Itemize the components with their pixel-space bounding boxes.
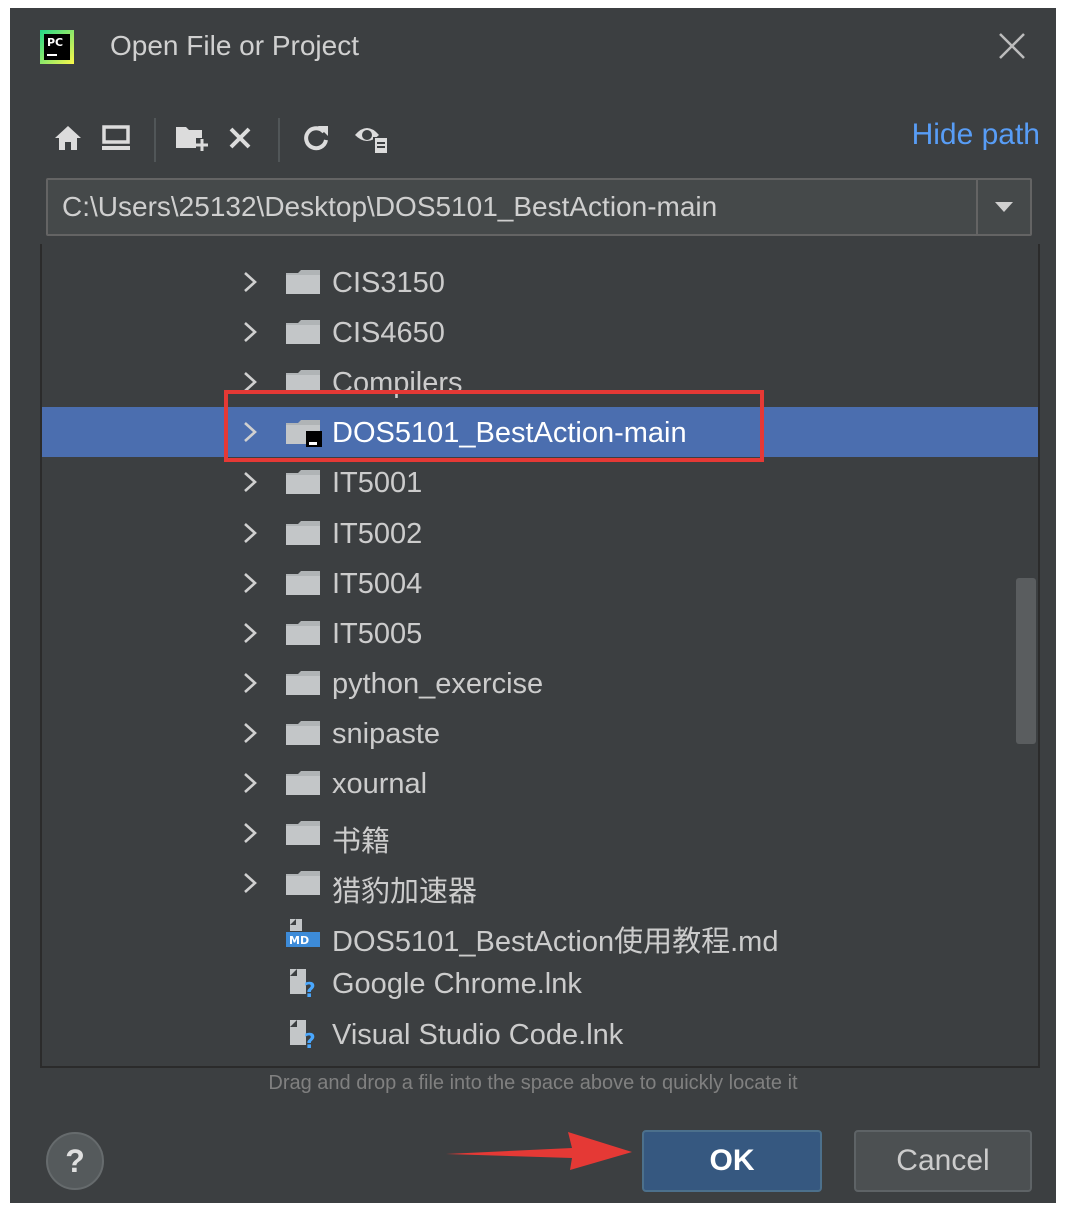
folder-icon (286, 270, 320, 294)
tree-row-label: python_exercise (332, 667, 544, 700)
folder-icon (286, 520, 320, 545)
help-button[interactable]: ? (46, 1132, 104, 1190)
tree-row[interactable]: ? Visual Studio Code.lnk (42, 1009, 1038, 1059)
delete-button[interactable] (218, 116, 262, 160)
open-file-dialog: PC Open File or Project Hide path C:\Use… (10, 8, 1056, 1203)
home-button[interactable] (46, 116, 90, 160)
chevron-right-icon[interactable] (238, 521, 262, 545)
refresh-button[interactable] (294, 116, 338, 160)
chevron-right-icon[interactable] (238, 320, 262, 344)
path-input[interactable] (48, 180, 976, 234)
tree-row-label: IT5001 (332, 467, 423, 500)
chevron-right-icon[interactable] (238, 270, 262, 294)
folder-icon (286, 620, 320, 645)
chevron-right-icon[interactable] (238, 571, 262, 595)
new-folder-button[interactable] (170, 116, 214, 160)
chevron-right-icon[interactable] (238, 771, 262, 795)
tree-row-label: 书籍 (332, 826, 391, 859)
tree-row-label: 猎豹加速器 (332, 876, 478, 909)
chevron-right-icon[interactable] (238, 671, 262, 695)
markdown-file-icon: MD (286, 919, 320, 948)
path-combo-box[interactable] (46, 178, 1032, 236)
tree-row[interactable]: CIS4650 (42, 307, 1038, 357)
tree-row[interactable]: MD DOS5101_BestAction使用教程.md (42, 908, 1038, 959)
folder-icon (286, 771, 320, 795)
cancel-button[interactable]: Cancel (854, 1130, 1032, 1192)
ok-button[interactable]: OK (642, 1130, 822, 1192)
red-highlight-annotation (224, 390, 764, 462)
tree-row-label: CIS4650 (332, 317, 445, 350)
new-folder-icon (176, 127, 208, 151)
path-history-dropdown[interactable] (976, 180, 1030, 234)
desktop-icon (102, 125, 130, 150)
logo-text: PC (47, 36, 64, 49)
tree-row-label: IT5005 (332, 617, 423, 650)
tree-row[interactable]: IT5004 (42, 558, 1038, 608)
tree-row-label: IT5002 (332, 517, 423, 550)
folder-icon (286, 470, 320, 495)
tree-row[interactable]: CIS3150 (42, 257, 1038, 307)
folder-icon (286, 821, 320, 846)
toolbar (46, 116, 1026, 162)
file-tree[interactable]: CIS3150 CIS4650 Compilers DOS5101_BestActio… (40, 244, 1040, 1068)
tree-row[interactable]: ? Google Chrome.lnk (42, 958, 1038, 1008)
svg-text:MD: MD (289, 934, 309, 947)
chevron-right-icon[interactable] (238, 821, 262, 845)
tree-row[interactable]: IT5005 (42, 608, 1038, 658)
pycharm-logo-icon: PC (40, 30, 74, 64)
chevron-right-icon[interactable] (238, 721, 262, 745)
folder-icon (286, 720, 320, 745)
refresh-icon (304, 126, 328, 151)
chevron-right-icon[interactable] (238, 621, 262, 645)
hide-path-link[interactable]: Hide path (912, 118, 1040, 152)
folder-icon (286, 320, 320, 345)
tree-row[interactable]: xournal (42, 758, 1038, 808)
drag-drop-hint: Drag and drop a file into the space abov… (268, 1072, 798, 1094)
delete-icon (229, 127, 251, 149)
svg-text:?: ? (304, 1029, 316, 1049)
chevron-right-icon[interactable] (238, 871, 262, 895)
close-icon[interactable] (994, 28, 1030, 64)
tree-row[interactable]: python_exercise (42, 658, 1038, 708)
home-icon (55, 126, 81, 150)
tree-row-label: snipaste (332, 717, 441, 750)
chevron-right-icon[interactable] (238, 470, 262, 494)
tree-row-label: CIS3150 (332, 267, 445, 299)
tree-row[interactable]: IT5002 (42, 508, 1038, 558)
tree-row-label: Visual Studio Code.lnk (332, 1018, 624, 1051)
tree-row-label: IT5004 (332, 567, 423, 600)
scrollbar-thumb[interactable] (1016, 578, 1036, 744)
folder-icon (286, 570, 320, 595)
tree-row[interactable]: snipaste (42, 708, 1038, 758)
tree-row[interactable]: 猎豹加速器 (42, 858, 1038, 909)
tree-row[interactable]: IT5001 (42, 457, 1038, 507)
red-arrow-annotation-icon (446, 1132, 632, 1170)
svg-text:?: ? (304, 978, 316, 998)
chevron-down-icon (995, 202, 1013, 212)
unknown-file-icon: ? (290, 969, 316, 998)
tree-row-label: DOS5101_BestAction使用教程.md (332, 926, 779, 959)
folder-icon (286, 871, 320, 896)
tree-row-label: Google Chrome.lnk (332, 968, 582, 1001)
show-hidden-icon (355, 128, 387, 153)
tree-row-label: xournal (332, 768, 428, 800)
show-hidden-button[interactable] (350, 116, 394, 160)
tree-row[interactable]: 书籍 (42, 808, 1038, 859)
title-bar: PC Open File or Project (10, 8, 1056, 84)
toolbar-separator (154, 118, 156, 162)
folder-icon (286, 670, 320, 695)
unknown-file-icon: ? (290, 1019, 316, 1049)
dialog-title: Open File or Project (110, 30, 359, 61)
desktop-button[interactable] (94, 116, 138, 160)
toolbar-separator (278, 118, 280, 162)
